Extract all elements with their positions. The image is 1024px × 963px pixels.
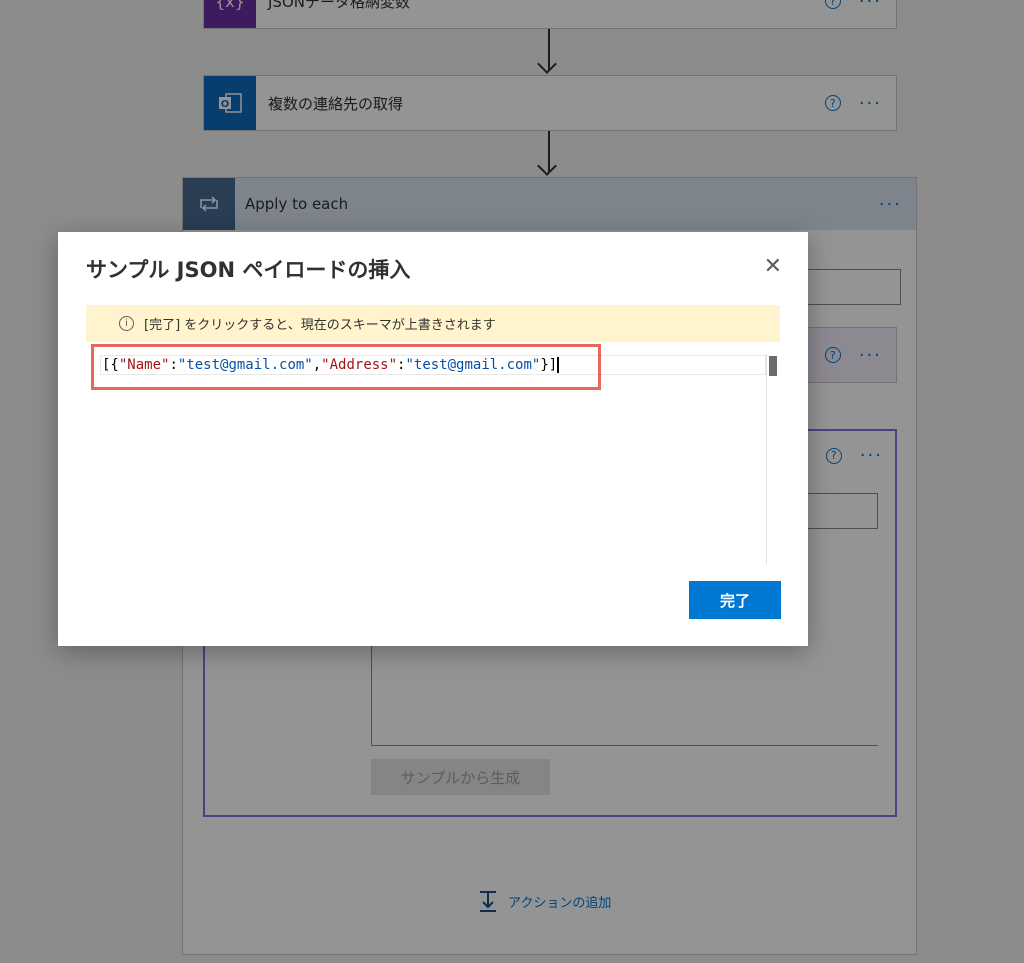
editor-scrollbar[interactable]	[766, 354, 781, 564]
insert-sample-json-dialog: サンプル JSON ペイロードの挿入 ✕ i [完了] をクリックすると、現在の…	[58, 232, 808, 646]
json-string: "test@gmail.com"	[405, 357, 541, 373]
json-token: :	[169, 357, 178, 373]
json-payload-editor[interactable]: [{"Name":"test@gmail.com","Address":"tes…	[90, 350, 780, 564]
info-message-text: [完了] をクリックすると、現在のスキーマが上書きされます	[144, 318, 496, 333]
dialog-title: サンプル JSON ペイロードの挿入	[86, 258, 411, 282]
scrollbar-thumb[interactable]	[769, 356, 777, 376]
info-icon: i	[119, 316, 134, 331]
json-payload-text[interactable]: [{"Name":"test@gmail.com","Address":"tes…	[102, 356, 560, 374]
json-string: "test@gmail.com"	[177, 357, 313, 373]
json-key: "Address"	[321, 357, 398, 373]
json-key: "Name"	[118, 357, 170, 373]
close-icon[interactable]: ✕	[764, 254, 782, 279]
json-token: ,	[312, 357, 322, 373]
json-token: }]	[540, 357, 558, 373]
json-token: [{	[102, 357, 119, 373]
text-cursor	[557, 357, 560, 373]
done-button[interactable]: 完了	[689, 581, 781, 619]
info-message-bar: i [完了] をクリックすると、現在のスキーマが上書きされます	[86, 305, 780, 342]
